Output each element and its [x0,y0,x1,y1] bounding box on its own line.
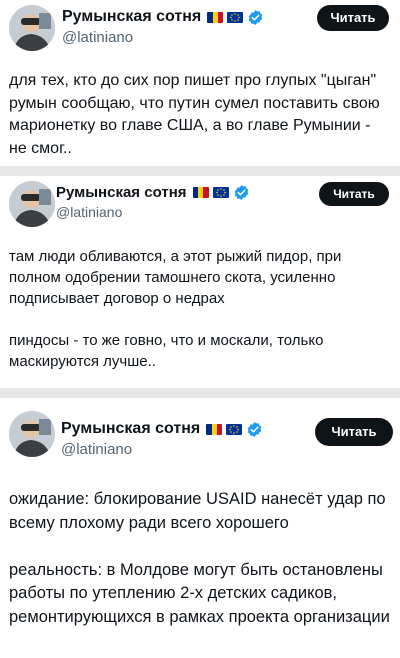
author-handle[interactable]: @latiniano [56,204,122,220]
post-header: Румынская сотня @latiniano Читать [0,0,400,60]
author-name[interactable]: Румынская сотня [56,184,250,201]
author-name[interactable]: Румынская сотня [61,420,263,438]
read-button[interactable]: Читать [315,418,393,446]
romania-flag-icon [207,11,224,23]
eu-flag-icon [226,423,243,435]
read-button[interactable]: Читать [319,182,389,206]
verified-badge-icon [247,9,264,26]
post-header: Румынская сотня @latiniano Читать [0,398,400,458]
post-text: для тех, кто до сих пор пишет про глупых… [9,70,391,160]
post-paragraph: для тех, кто до сих пор пишет про глупых… [9,72,380,157]
post-header: Румынская сотня @latiniano Читать [0,176,400,236]
eu-flag-icon [212,187,229,198]
post-text: там люди обливаются, а этот рыжий пидор,… [9,246,391,372]
avatar[interactable] [9,5,55,51]
post-paragraph: реальность: в Молдове могут быть останов… [9,560,390,626]
post-paragraph: там люди обливаются, а этот рыжий пидор,… [9,248,342,307]
author-name[interactable]: Румынская сотня [62,8,264,26]
post-paragraph: ожидание: блокирование USAID нанесёт уда… [9,490,386,532]
verified-badge-icon [233,184,250,201]
post-card: Румынская сотня @latiniano Читать там лю… [0,176,400,388]
verified-badge-icon [246,421,263,438]
avatar[interactable] [9,181,55,227]
post-feed: Румынская сотня @latiniano Читать для те… [0,0,400,658]
avatar[interactable] [9,411,55,457]
read-button[interactable]: Читать [317,5,389,31]
post-card: Румынская сотня @latiniano Читать для те… [0,0,400,166]
author-handle[interactable]: @latiniano [62,29,133,46]
post-text: ожидание: блокирование USAID нанесёт уда… [9,488,391,629]
romania-flag-icon [192,187,209,198]
romania-flag-icon [206,423,223,435]
post-paragraph: пиндосы - то же говно, что и москали, то… [9,332,324,370]
post-card: Румынская сотня @latiniano Читать ожидан… [0,398,400,658]
author-handle[interactable]: @latiniano [61,441,132,458]
eu-flag-icon [227,11,244,23]
